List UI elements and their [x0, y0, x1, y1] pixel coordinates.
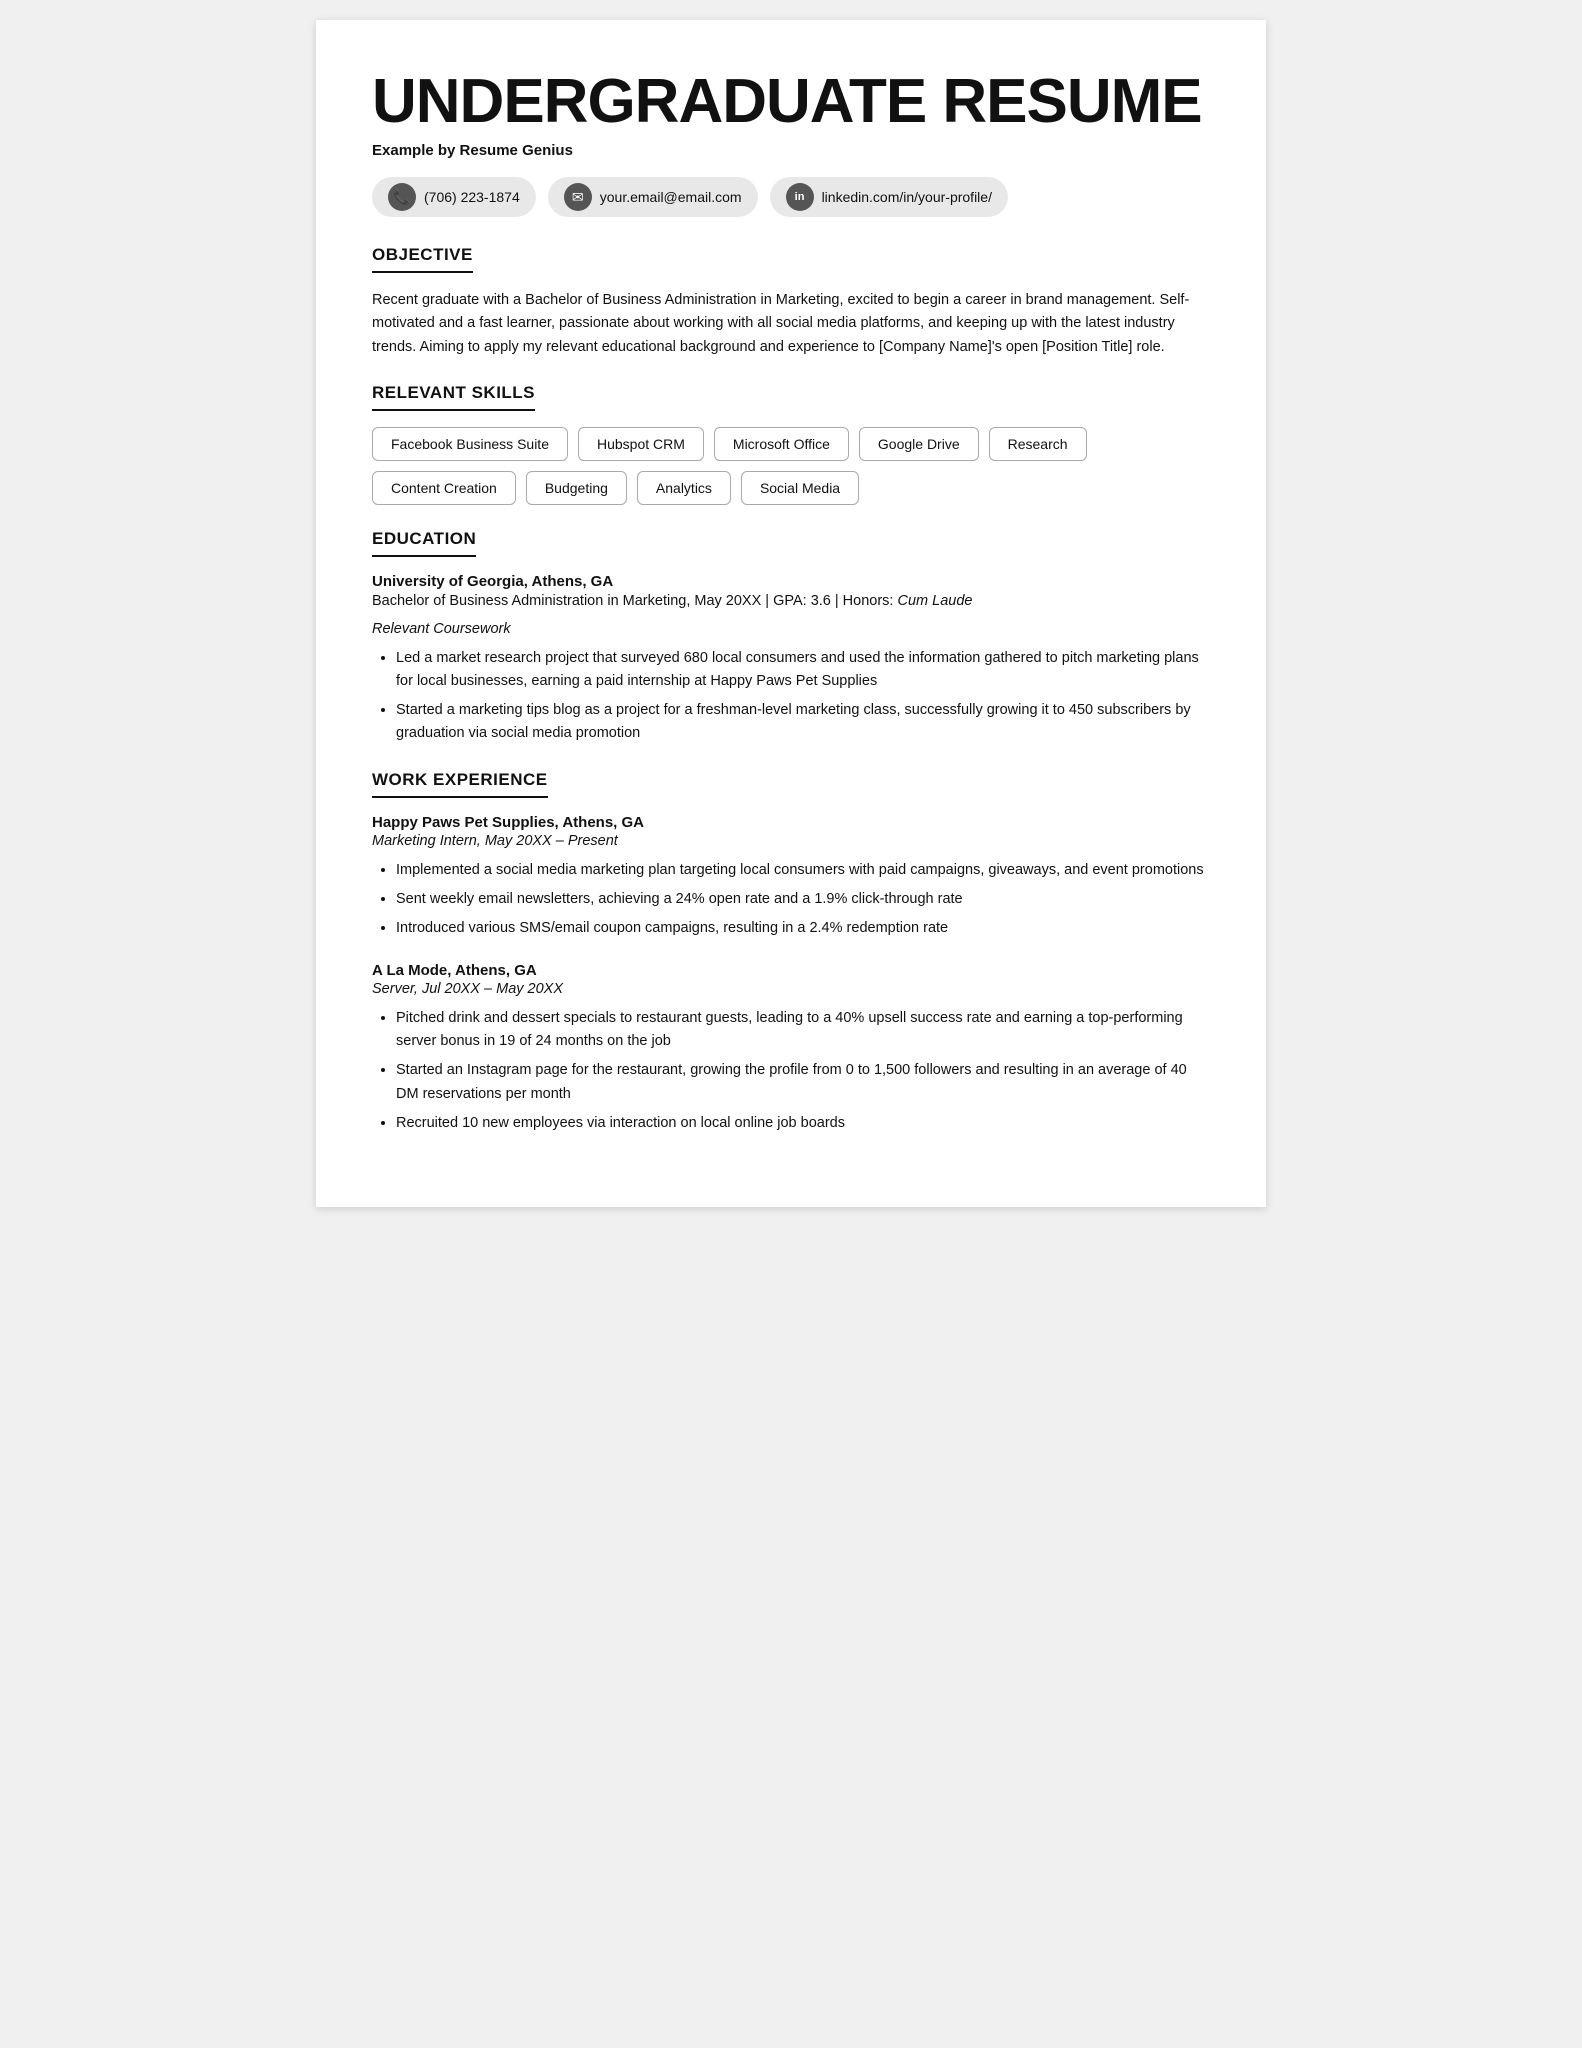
- objective-title: OBJECTIVE: [372, 245, 473, 273]
- job-bullet: Pitched drink and dessert specials to re…: [396, 1007, 1210, 1053]
- skill-tag: Research: [989, 427, 1087, 461]
- job-bullets: Pitched drink and dessert specials to re…: [372, 1007, 1210, 1135]
- education-bullet: Led a market research project that surve…: [396, 647, 1210, 693]
- skill-tag: Analytics: [637, 471, 731, 505]
- work-experience-title: WORK EXPERIENCE: [372, 770, 548, 798]
- job-bullets: Implemented a social media marketing pla…: [372, 859, 1210, 941]
- coursework-label: Relevant Coursework: [372, 621, 1210, 637]
- skill-tag: Budgeting: [526, 471, 627, 505]
- job-bullet: Started an Instagram page for the restau…: [396, 1059, 1210, 1105]
- job-company: A La Mode, Athens, GA: [372, 962, 1210, 979]
- job-company: Happy Paws Pet Supplies, Athens, GA: [372, 814, 1210, 831]
- education-degree: Bachelor of Business Administration in M…: [372, 593, 1210, 609]
- skill-tag: Social Media: [741, 471, 859, 505]
- contact-phone: 📞 (706) 223-1874: [372, 177, 536, 217]
- resume-title: UNDERGRADUATE RESUME: [372, 68, 1210, 136]
- job-bullet: Sent weekly email newsletters, achieving…: [396, 888, 1210, 911]
- contact-bar: 📞 (706) 223-1874 ✉ your.email@email.com …: [372, 177, 1210, 217]
- education-title: EDUCATION: [372, 529, 476, 557]
- skill-tag: Microsoft Office: [714, 427, 849, 461]
- education-honors: Cum Laude: [897, 593, 972, 609]
- resume-byline: Example by Resume Genius: [372, 142, 1210, 159]
- skills-title: RELEVANT SKILLS: [372, 383, 535, 411]
- objective-text: Recent graduate with a Bachelor of Busin…: [372, 289, 1210, 359]
- phone-icon: 📞: [388, 183, 416, 211]
- skill-tag: Hubspot CRM: [578, 427, 704, 461]
- education-school: University of Georgia, Athens, GA: [372, 573, 1210, 590]
- skills-grid: Facebook Business Suite Hubspot CRM Micros…: [372, 427, 1210, 505]
- education-section: EDUCATION University of Georgia, Athens,…: [372, 529, 1210, 746]
- skill-tag: Facebook Business Suite: [372, 427, 568, 461]
- education-bullet: Started a marketing tips blog as a proje…: [396, 699, 1210, 745]
- job-title: Marketing Intern, May 20XX – Present: [372, 833, 1210, 849]
- skill-tag: Google Drive: [859, 427, 979, 461]
- skill-tag: Content Creation: [372, 471, 516, 505]
- job-bullet: Implemented a social media marketing pla…: [396, 859, 1210, 882]
- education-bullets: Led a market research project that surve…: [372, 647, 1210, 746]
- jobs-container: Happy Paws Pet Supplies, Athens, GA Marke…: [372, 814, 1210, 1136]
- job-title: Server, Jul 20XX – May 20XX: [372, 981, 1210, 997]
- job-entry: A La Mode, Athens, GA Server, Jul 20XX – …: [372, 962, 1210, 1135]
- work-experience-section: WORK EXPERIENCE Happy Paws Pet Supplies,…: [372, 770, 1210, 1136]
- skills-section: RELEVANT SKILLS Facebook Business Suite H…: [372, 383, 1210, 505]
- contact-linkedin: in linkedin.com/in/your-profile/: [770, 177, 1008, 217]
- email-icon: ✉: [564, 183, 592, 211]
- job-entry: Happy Paws Pet Supplies, Athens, GA Marke…: [372, 814, 1210, 941]
- contact-email: ✉ your.email@email.com: [548, 177, 758, 217]
- linkedin-icon: in: [786, 183, 814, 211]
- objective-section: OBJECTIVE Recent graduate with a Bachelo…: [372, 245, 1210, 359]
- job-bullet: Introduced various SMS/email coupon camp…: [396, 917, 1210, 940]
- job-bullet: Recruited 10 new employees via interacti…: [396, 1112, 1210, 1135]
- resume-container: UNDERGRADUATE RESUME Example by Resume G…: [316, 20, 1266, 1207]
